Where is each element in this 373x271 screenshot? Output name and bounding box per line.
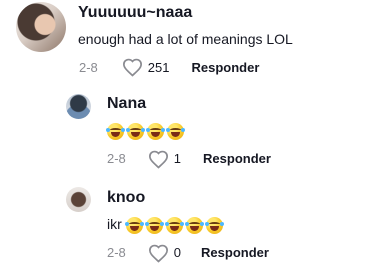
comment-meta: 2-8 1 Responder (107, 150, 271, 169)
comment-date: 2-8 (107, 245, 126, 261)
face-with-tears-of-joy-icon (124, 216, 144, 234)
reply-button[interactable]: Responder (192, 60, 260, 76)
comment-meta: 2-8 251 Responder (79, 58, 293, 77)
face-with-tears-of-joy-icon (204, 216, 224, 234)
comment-username[interactable]: knoo (107, 188, 269, 208)
like-button[interactable]: 1 (148, 150, 181, 169)
face-with-tears-of-joy-icon (184, 216, 204, 234)
avatar[interactable] (66, 187, 91, 212)
comment-date: 2-8 (107, 151, 126, 167)
like-button[interactable]: 0 (148, 244, 181, 263)
face-with-tears-of-joy-icon (126, 122, 145, 140)
like-count: 251 (147, 59, 170, 75)
comment-text-content: ikr (107, 216, 122, 232)
comment-body: Nana 2-8 1 Responder (106, 94, 271, 169)
avatar[interactable] (66, 94, 91, 119)
comment-text (106, 121, 271, 140)
comment-username[interactable]: Nana (107, 94, 271, 114)
avatar[interactable] (16, 2, 66, 52)
like-button[interactable]: 251 (122, 58, 170, 77)
comment-item: Yuuuuuu~naaa enough had a lot of meaning… (16, 2, 293, 77)
heart-icon[interactable] (122, 58, 143, 77)
comment-item: Nana 2-8 1 Responder (66, 94, 271, 169)
like-count: 0 (173, 245, 182, 261)
reply-button[interactable]: Responder (203, 151, 271, 167)
comment-body: knoo ikr 2-8 0 Responder (107, 187, 269, 263)
face-with-tears-of-joy-icon (164, 216, 184, 234)
face-with-tears-of-joy-icon (106, 122, 125, 140)
face-with-tears-of-joy-icon (166, 122, 185, 140)
comment-text: enough had a lot of meanings LOL (78, 31, 293, 47)
comment-meta: 2-8 0 Responder (107, 244, 269, 263)
comment-text: ikr (107, 215, 269, 234)
comment-body: Yuuuuuu~naaa enough had a lot of meaning… (78, 2, 293, 77)
comment-username[interactable]: Yuuuuuu~naaa (78, 3, 293, 23)
face-with-tears-of-joy-icon (144, 216, 164, 234)
emoji-row (106, 122, 185, 140)
like-count: 1 (173, 151, 182, 167)
reply-button[interactable]: Responder (201, 245, 269, 261)
face-with-tears-of-joy-icon (146, 122, 165, 140)
comment-item: knoo ikr 2-8 0 Responder (66, 187, 269, 263)
comment-date: 2-8 (79, 59, 98, 75)
emoji-row (124, 216, 224, 234)
heart-icon[interactable] (148, 150, 169, 169)
heart-icon[interactable] (148, 244, 169, 263)
